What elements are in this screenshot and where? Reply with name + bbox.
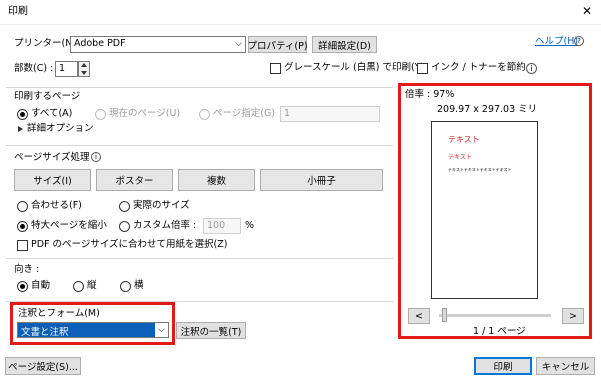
- help-link[interactable]: ヘルプ(H): [535, 36, 578, 48]
- sizing-title: ページサイズ処理: [14, 152, 90, 163]
- stepper-up-icon[interactable]: [81, 63, 87, 67]
- poster-button[interactable]: ポスター: [96, 169, 173, 191]
- pages-current-radio[interactable]: [95, 109, 106, 120]
- orientation-title: 向き :: [14, 264, 40, 275]
- copies-input[interactable]: 1: [55, 61, 78, 77]
- window-title: 印刷: [8, 6, 28, 17]
- pages-all-label: すべて(A): [31, 108, 73, 119]
- orientation-landscape-label: 横: [134, 280, 144, 291]
- pages-specify-radio[interactable]: [199, 109, 210, 120]
- orientation-portrait-radio[interactable]: [73, 281, 84, 292]
- orientation-auto-radio[interactable]: [17, 281, 28, 292]
- section-separator: [6, 145, 393, 146]
- expand-arrow-icon[interactable]: [18, 126, 23, 132]
- advanced-button[interactable]: 詳細設定(D): [312, 36, 377, 53]
- saveink-label: インク / トナーを節約: [431, 62, 526, 73]
- actual-size-label: 実際のサイズ: [133, 200, 190, 211]
- page-setup-button[interactable]: ページ設定(S)...: [5, 357, 81, 375]
- help-icon[interactable]: ?: [574, 36, 584, 46]
- section-separator: [6, 87, 393, 88]
- title-separator: [0, 24, 601, 25]
- actual-size-radio[interactable]: [119, 201, 130, 212]
- orientation-landscape-radio[interactable]: [120, 281, 131, 292]
- shrink-label: 特大ページを縮小: [31, 220, 107, 231]
- close-icon[interactable]: ✕: [582, 5, 592, 17]
- grayscale-checkbox[interactable]: [270, 63, 281, 74]
- custom-scale-input[interactable]: 100: [203, 218, 241, 234]
- pdf-paper-checkbox[interactable]: [17, 240, 28, 251]
- comments-summary-button[interactable]: 注釈の一覧(T): [176, 322, 246, 339]
- pages-specify-label: ページ指定(G): [213, 108, 276, 119]
- section-separator: [6, 258, 393, 259]
- fit-label: 合わせる(F): [31, 200, 82, 211]
- saveink-checkbox[interactable]: [417, 63, 428, 74]
- help-link-label: ヘルプ(H): [535, 36, 579, 47]
- printer-select[interactable]: Adobe PDF ⌵: [70, 36, 246, 53]
- comments-highlight-box: [10, 302, 175, 345]
- custom-scale-label: カスタム倍率 :: [133, 220, 197, 231]
- pages-current-label: 現在のページ(U): [109, 108, 181, 119]
- pdf-paper-label: PDF のページサイズに合わせて用紙を選択(Z): [31, 239, 228, 250]
- properties-button[interactable]: プロパティ(P): [247, 36, 308, 53]
- more-options-label[interactable]: 詳細オプション: [27, 123, 94, 135]
- pages-title: 印刷するページ: [14, 91, 81, 102]
- percent-label: %: [245, 220, 255, 231]
- copies-label: 部数(C) :: [14, 63, 54, 74]
- chevron-down-icon: ⌵: [235, 39, 242, 49]
- fit-radio[interactable]: [17, 201, 28, 212]
- orientation-portrait-label: 縦: [87, 280, 97, 291]
- printer-select-value: Adobe PDF: [74, 38, 126, 49]
- cancel-button[interactable]: キャンセル: [536, 357, 595, 375]
- print-button[interactable]: 印刷: [474, 357, 532, 375]
- page-range-input[interactable]: 1: [280, 106, 380, 122]
- preview-highlight-box: [398, 83, 592, 339]
- copies-stepper[interactable]: [78, 61, 90, 77]
- info-icon[interactable]: i: [526, 63, 537, 74]
- orientation-auto-label: 自動: [31, 280, 51, 291]
- custom-scale-radio[interactable]: [119, 221, 130, 232]
- shrink-radio[interactable]: [17, 221, 28, 232]
- grayscale-label: グレースケール (白黒) で印刷(Y): [284, 62, 425, 73]
- stepper-down-icon[interactable]: [81, 71, 87, 75]
- multiple-button[interactable]: 複数: [178, 169, 255, 191]
- booklet-button[interactable]: 小冊子: [260, 169, 383, 191]
- size-button[interactable]: サイズ(I): [14, 169, 91, 191]
- sizing-info-icon[interactable]: i: [91, 152, 101, 162]
- pages-all-radio[interactable]: [17, 109, 28, 120]
